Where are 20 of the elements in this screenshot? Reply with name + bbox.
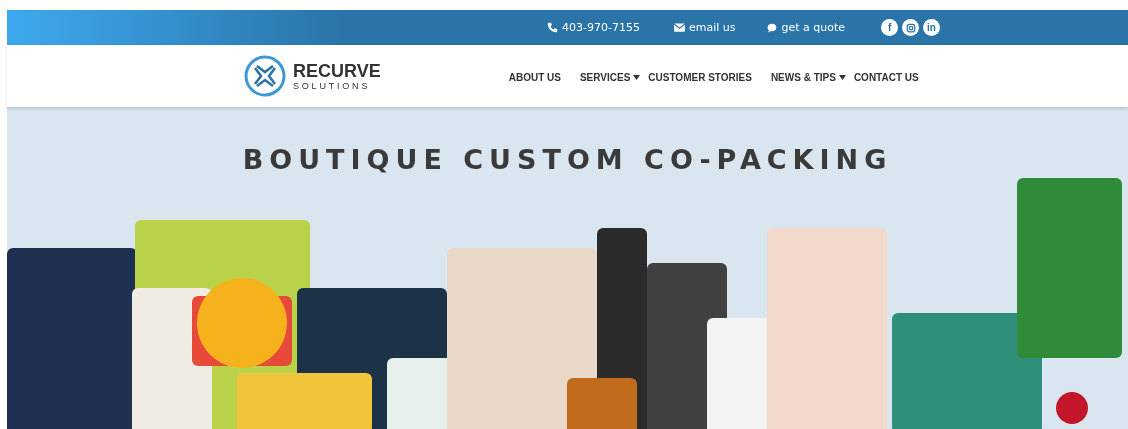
nav-link[interactable]: NEWS & TIPS [770, 71, 846, 83]
logo-icon[interactable] [243, 54, 287, 98]
social-link[interactable]: f [881, 19, 899, 36]
caret-icon [633, 74, 641, 80]
hero-title: BOUTIQUE CUSTOM CO-PACKING [242, 144, 893, 175]
social-link[interactable]: in [923, 19, 941, 36]
caret-icon [838, 74, 846, 80]
contact-link[interactable]: get a quote [767, 21, 846, 34]
brand-name: RECURVE [293, 61, 381, 80]
nav-link[interactable]: CUSTOMER STORIES [648, 71, 752, 83]
nav-link[interactable]: SERVICES [579, 71, 641, 83]
contact-link[interactable]: email us [673, 21, 736, 34]
speech-bubble-icon [767, 22, 778, 33]
phone-icon [547, 22, 558, 33]
nav-link[interactable]: ABOUT US [508, 71, 561, 83]
envelope-icon [673, 23, 685, 32]
camera-icon[interactable] [902, 19, 920, 36]
brand-tagline: SOLUTIONS [293, 81, 372, 91]
nav-link[interactable]: CONTACT US [853, 71, 919, 83]
contact-link[interactable]: 403-970-7155 [547, 21, 640, 34]
